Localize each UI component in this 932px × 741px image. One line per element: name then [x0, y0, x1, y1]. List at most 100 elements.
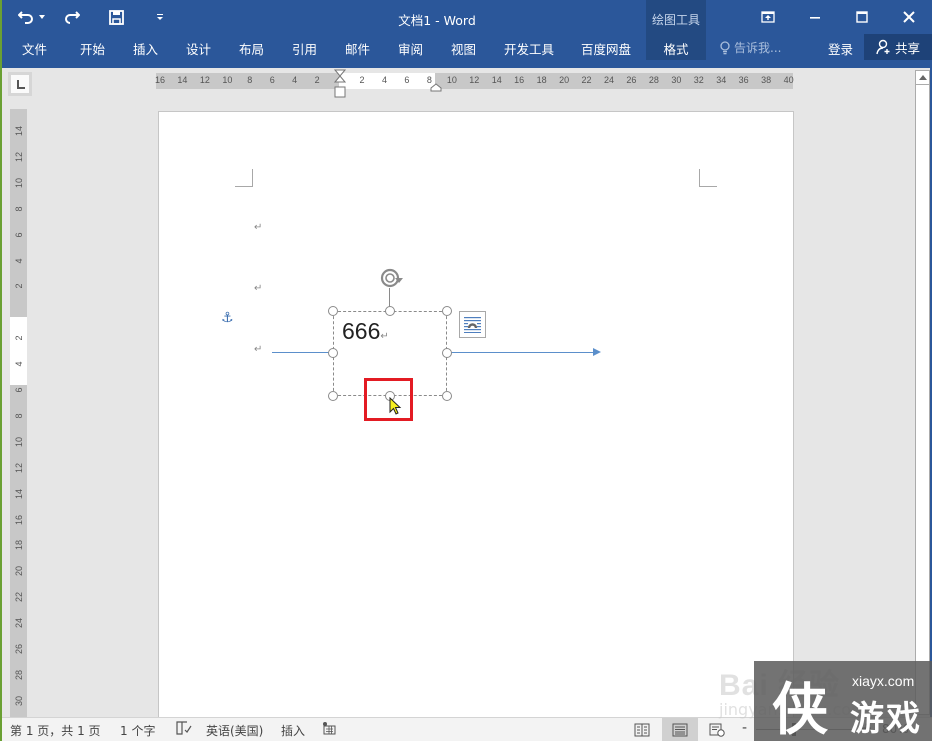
- ruler-tick-label: 8: [14, 413, 24, 419]
- tell-me-search[interactable]: 告诉我...: [720, 39, 781, 56]
- word-window: 文档1 - Word 绘图工具 文件 开始 插入 设计 布局 引用 邮件 审阅 …: [2, 0, 932, 741]
- crop-mark-top-right: [699, 169, 717, 187]
- ruler-tick-label: 28: [14, 669, 24, 680]
- rotate-handle-icon[interactable]: [379, 266, 405, 290]
- web-layout-button[interactable]: [699, 718, 735, 741]
- ruler-tick-label: 4: [292, 75, 298, 85]
- insert-mode-status[interactable]: 插入: [281, 722, 305, 739]
- resize-handle-bottom-right[interactable]: [442, 391, 452, 401]
- share-button[interactable]: 共享: [864, 34, 932, 60]
- minimize-icon: [809, 17, 820, 19]
- tab-design[interactable]: 设计: [186, 34, 211, 60]
- ruler-tick-label: 12: [469, 75, 480, 85]
- right-indent-marker[interactable]: [430, 83, 442, 92]
- resize-handle-bottom-left[interactable]: [328, 391, 338, 401]
- web-layout-icon: [709, 723, 725, 737]
- save-button[interactable]: [106, 6, 126, 28]
- vertical-scrollbar[interactable]: [915, 70, 930, 715]
- tab-home[interactable]: 开始: [80, 34, 105, 60]
- ruler-tick-label: 22: [581, 75, 592, 85]
- customize-qat-icon: [157, 14, 163, 20]
- resize-handle-top-left[interactable]: [328, 306, 338, 316]
- ruler-tick-label: 14: [177, 75, 188, 85]
- document-page[interactable]: ↵ ↵ ↵ ⚓ 666↵: [158, 111, 794, 721]
- site-watermark-domain: xiayx.com: [852, 673, 915, 689]
- left-tab-icon: [11, 75, 29, 93]
- undo-button[interactable]: [16, 6, 36, 28]
- page-count-status[interactable]: 第 1 页，共 1 页: [10, 722, 101, 739]
- tab-references[interactable]: 引用: [292, 34, 317, 60]
- ruler-tick-label: 2: [14, 283, 24, 289]
- ruler-tick-label: 8: [247, 75, 253, 85]
- chevron-down-icon: [39, 15, 45, 19]
- sign-in-link[interactable]: 登录: [828, 39, 853, 58]
- site-watermark-name: 游戏: [850, 699, 922, 739]
- ruler-tick-label: 4: [14, 258, 24, 264]
- maximize-icon: [855, 11, 868, 23]
- tab-insert[interactable]: 插入: [133, 34, 158, 60]
- ruler-tick-label: 36: [738, 75, 749, 85]
- save-icon: [108, 9, 124, 25]
- ruler-tick-label: 24: [14, 618, 24, 629]
- paragraph-mark: ↵: [380, 331, 389, 342]
- proofing-button[interactable]: [176, 721, 192, 738]
- ruler-tick-label: 4: [381, 75, 388, 85]
- ruler-tick-label: 20: [559, 75, 570, 85]
- read-mode-icon: [634, 723, 650, 736]
- layout-options-button[interactable]: [459, 311, 486, 338]
- ruler-tick-label: 16: [14, 514, 24, 525]
- tab-view[interactable]: 视图: [451, 34, 476, 60]
- tab-mailings[interactable]: 邮件: [345, 34, 370, 60]
- tab-developer[interactable]: 开发工具: [504, 34, 554, 60]
- arrow-line-left[interactable]: [272, 352, 333, 353]
- resize-handle-top[interactable]: [385, 306, 395, 316]
- read-mode-button[interactable]: [624, 718, 660, 741]
- ribbon-display-options-button[interactable]: [744, 0, 791, 34]
- tab-layout[interactable]: 布局: [239, 34, 264, 60]
- close-icon: [902, 11, 915, 23]
- quick-access-toolbar: [16, 6, 170, 28]
- ruler-tick-label: 20: [14, 566, 24, 577]
- ruler-tick-label: 4: [14, 361, 24, 367]
- resize-handle-right[interactable]: [442, 348, 452, 358]
- customize-qat-button[interactable]: [150, 6, 170, 28]
- share-label: 共享: [894, 40, 920, 56]
- crop-mark-top-left: [235, 169, 253, 187]
- print-layout-button[interactable]: [662, 718, 698, 741]
- text-box-content[interactable]: 666↵: [342, 318, 389, 345]
- tab-file[interactable]: 文件: [22, 34, 47, 60]
- maximize-button[interactable]: [838, 0, 885, 34]
- undo-dropdown-button[interactable]: [36, 6, 48, 28]
- resize-handle-top-right[interactable]: [442, 306, 452, 316]
- redo-icon: [65, 11, 80, 24]
- tab-format[interactable]: 格式: [646, 34, 706, 60]
- zoom-out-button[interactable]: -: [742, 720, 747, 736]
- macro-icon: [323, 722, 336, 735]
- minimize-button[interactable]: [791, 0, 838, 34]
- macro-recording-button[interactable]: [322, 721, 336, 738]
- ruler-tick-label: 18: [536, 75, 547, 85]
- language-status[interactable]: 英语(美国): [206, 722, 263, 739]
- site-watermark-logo: 侠: [772, 677, 828, 741]
- redo-button[interactable]: [62, 6, 82, 28]
- scroll-up-button[interactable]: [916, 71, 929, 85]
- arrow-line-right[interactable]: [447, 352, 593, 353]
- tab-stop-selector[interactable]: [8, 72, 32, 96]
- lightbulb-icon: [720, 40, 730, 54]
- ruler-tick-label: 14: [14, 126, 24, 137]
- ribbon-tab-bar: 文件 开始 插入 设计 布局 引用 邮件 审阅 视图 开发工具 百度网盘 格式 …: [2, 34, 932, 68]
- tab-review[interactable]: 审阅: [398, 34, 423, 60]
- ruler-tick-label: 18: [14, 540, 24, 551]
- ruler-tick-label: 40: [783, 75, 794, 85]
- left-indent-marker[interactable]: [334, 86, 346, 98]
- ruler-tick-label: 24: [603, 75, 615, 85]
- word-count-status[interactable]: 1 个字: [120, 722, 155, 739]
- tab-baidu-netdisk[interactable]: 百度网盘: [581, 34, 631, 60]
- title-bar: 文档1 - Word 绘图工具: [2, 0, 932, 34]
- resize-handle-left[interactable]: [328, 348, 338, 358]
- first-line-indent-marker[interactable]: [334, 69, 346, 83]
- horizontal-ruler[interactable]: 16 14 12 10 8 6 4 2 2 4 6 8 10 12 14 16 18 20 22 24 26 28 30 32…: [155, 73, 794, 89]
- ruler-tick-label: 10: [446, 75, 457, 85]
- vertical-ruler[interactable]: 14 12 10 8 6 4 2 2 4 6 8 10 12 14 16 18 20 22 24 26 28 30: [10, 109, 27, 719]
- close-button[interactable]: [885, 0, 932, 34]
